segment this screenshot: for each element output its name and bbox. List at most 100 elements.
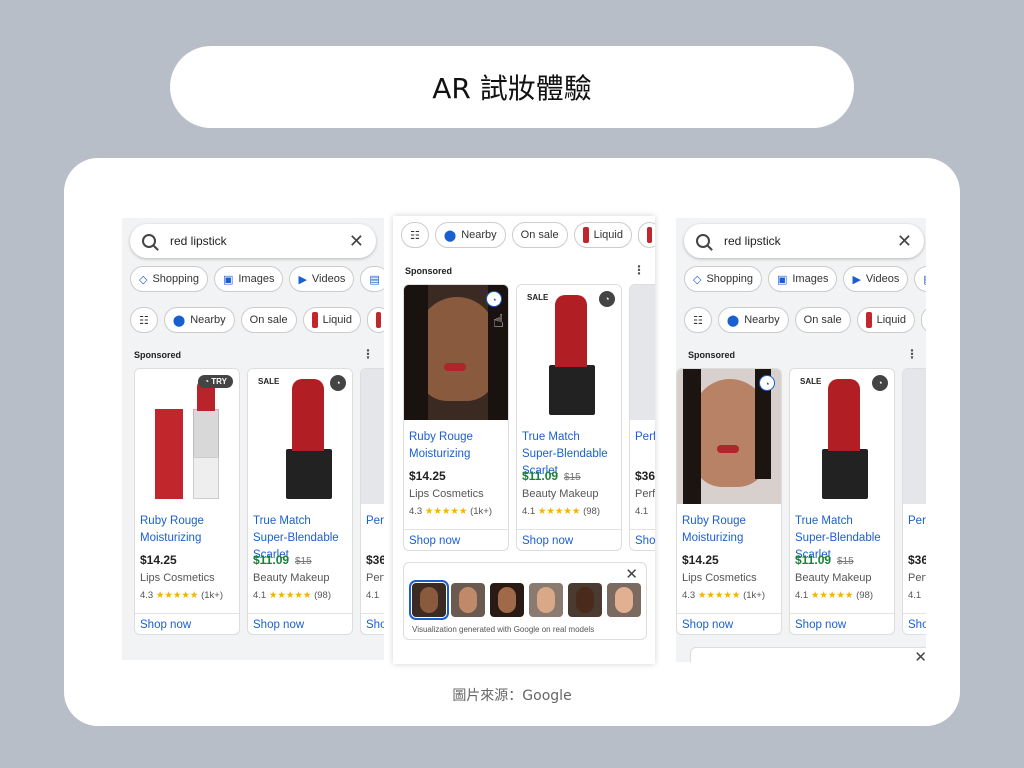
search-query: red lipstick xyxy=(170,234,227,248)
try-on-badge[interactable]: ◔ TRY xyxy=(198,375,233,388)
filter-more[interactable] xyxy=(920,307,926,333)
search-bar[interactable]: red lipstick ✕ xyxy=(684,224,924,258)
filter-nearby[interactable]: ⬤ Nearby xyxy=(163,307,235,333)
shop-now-link[interactable]: Sho xyxy=(361,613,384,634)
product-name[interactable]: Ruby Rouge Moisturizing xyxy=(682,513,777,547)
filter-button[interactable]: ☷ xyxy=(684,307,712,333)
model-thumbnail[interactable] xyxy=(451,583,485,617)
close-icon[interactable]: ✕ xyxy=(914,648,926,662)
product-rating: 4.1 ★★★★★ (98) xyxy=(253,590,331,601)
product-price: $14.25 xyxy=(409,469,446,483)
product-rating: 4.3 ★★★★★ (1k+) xyxy=(140,590,224,601)
image-icon: ▣ xyxy=(222,273,234,286)
tab-more[interactable]: ▤ xyxy=(914,266,926,292)
product-name[interactable]: Perf Bloo xyxy=(366,513,384,530)
shop-now-link[interactable]: Sho xyxy=(903,613,926,634)
title-banner: AR 試妝體驗 xyxy=(170,46,854,128)
product-price: $11.09 $15 xyxy=(795,553,854,567)
model-thumbnail[interactable] xyxy=(529,583,563,617)
location-pin-icon: ⬤ xyxy=(443,229,457,242)
model-thumbnail[interactable] xyxy=(490,583,524,617)
tab-videos[interactable]: ▶ Videos xyxy=(843,266,909,292)
shop-now-link[interactable]: Shop now xyxy=(517,529,621,550)
product-price: $11.09 $15 xyxy=(253,553,312,567)
tab-shopping[interactable]: ◇ Shopping xyxy=(684,266,762,292)
filter-on-sale[interactable]: On sale xyxy=(240,307,297,333)
shop-now-link[interactable]: Shop now xyxy=(677,613,781,634)
models-caption: Visualization generated with Google on r… xyxy=(412,625,595,634)
filter-liquid[interactable]: Liquid xyxy=(856,307,915,333)
shop-now-link[interactable]: Shop now xyxy=(404,529,508,550)
product-card[interactable]: SALE ◔ True Match Super-Blendable Scarle… xyxy=(516,284,622,551)
shop-now-link[interactable]: Shop now xyxy=(248,613,352,634)
tab-shopping[interactable]: ◇ Shopping xyxy=(130,266,208,292)
filter-chips: ☷ ⬤ Nearby On sale Liquid xyxy=(130,307,384,333)
search-bar[interactable]: red lipstick ✕ xyxy=(130,224,376,258)
model-thumbnail[interactable] xyxy=(607,583,641,617)
product-card[interactable]: SALE ◔ True Match Super-Blendable Scarle… xyxy=(789,368,895,635)
more-options-icon[interactable]: ⋮ xyxy=(633,263,645,277)
product-card[interactable]: SALE ◔ True Match Super-Blendable Scarle… xyxy=(247,368,353,635)
product-card[interactable]: Perf Bloo $36 Perf 4.1 Sho xyxy=(902,368,926,635)
product-card[interactable]: Perf Bloo $36 Perf 4.1 Sho xyxy=(629,284,655,551)
filter-sliders-icon: ☷ xyxy=(410,229,420,242)
play-icon: ▶ xyxy=(298,273,307,286)
product-rating: 4.1 xyxy=(635,506,649,517)
lipstick-thumb-icon xyxy=(646,227,652,243)
product-rating: 4.1 ★★★★★ (98) xyxy=(522,506,600,517)
lipstick-thumb-icon xyxy=(582,227,589,243)
hand-cursor-icon: ☝ xyxy=(493,311,504,331)
shop-now-link[interactable]: Sho xyxy=(630,529,655,550)
product-card[interactable]: Perf Bloo $36 Perf 4.1 Sho xyxy=(360,368,384,635)
tab-more[interactable]: ▤ xyxy=(360,266,384,292)
image-icon: ▣ xyxy=(776,273,788,286)
product-name[interactable]: Ruby Rouge Moisturizing xyxy=(409,429,504,463)
product-card[interactable]: ◔ Ruby Rouge Moisturizing $14.25 Lips Co… xyxy=(676,368,782,635)
product-name[interactable]: Perf Bloo xyxy=(635,429,655,446)
ar-try-icon[interactable]: ◔ xyxy=(330,375,346,391)
close-icon[interactable]: ✕ xyxy=(625,565,638,583)
image-source-caption: 圖片來源：Google xyxy=(452,688,572,704)
more-options-icon[interactable]: ⋮ xyxy=(906,347,918,361)
shop-now-link[interactable]: Shop now xyxy=(135,613,239,634)
more-options-icon[interactable]: ⋮ xyxy=(362,347,374,361)
filter-liquid[interactable]: Liquid xyxy=(573,222,632,248)
ar-try-icon[interactable]: ◔ xyxy=(486,291,502,307)
ar-try-icon[interactable]: ◔ xyxy=(872,375,888,391)
clear-icon[interactable]: ✕ xyxy=(897,231,912,252)
ar-try-icon[interactable]: ◔ xyxy=(599,291,615,307)
filter-more[interactable] xyxy=(366,307,384,333)
product-store: Beauty Makeup xyxy=(253,572,330,584)
filter-button[interactable]: ☷ xyxy=(130,307,158,333)
phone-screen-2: ☷ ⬤ Nearby On sale Liquid Sponsored ⋮ ◔ ☝… xyxy=(393,216,655,664)
product-store: Perf xyxy=(366,572,384,584)
product-rating: 4.1 ★★★★★ (98) xyxy=(795,590,873,601)
sponsored-label: Sponsored xyxy=(405,266,453,276)
filter-button[interactable]: ☷ xyxy=(401,222,429,248)
filter-nearby[interactable]: ⬤ Nearby xyxy=(434,222,506,248)
filter-on-sale[interactable]: On sale xyxy=(794,307,851,333)
product-price: $11.09 $15 xyxy=(522,469,581,483)
filter-on-sale[interactable]: On sale xyxy=(511,222,568,248)
bottom-panel: ✕ xyxy=(690,647,926,662)
tab-images[interactable]: ▣ Images xyxy=(767,266,838,292)
product-card[interactable]: ◔ ☝ Ruby Rouge Moisturizing $14.25 Lips … xyxy=(403,284,509,551)
filter-more[interactable] xyxy=(637,222,655,248)
model-thumbnail[interactable] xyxy=(568,583,602,617)
filter-nearby[interactable]: ⬤ Nearby xyxy=(717,307,789,333)
product-card[interactable]: ◔ TRY Ruby Rouge Moisturizing $14.25 Lip… xyxy=(134,368,240,635)
tag-icon: ◇ xyxy=(139,273,148,286)
tab-images[interactable]: ▣ Images xyxy=(213,266,284,292)
shop-now-link[interactable]: Shop now xyxy=(790,613,894,634)
filter-chips: ☷ ⬤ Nearby On sale Liquid xyxy=(684,307,926,333)
product-image xyxy=(630,285,655,420)
ar-try-icon[interactable]: ◔ xyxy=(759,375,775,391)
filter-liquid[interactable]: Liquid xyxy=(302,307,361,333)
product-image xyxy=(903,369,926,504)
clear-icon[interactable]: ✕ xyxy=(349,231,364,252)
model-thumbnail[interactable] xyxy=(409,580,449,620)
filter-chips: ☷ ⬤ Nearby On sale Liquid xyxy=(401,222,655,248)
tab-videos[interactable]: ▶ Videos xyxy=(289,266,355,292)
product-name[interactable]: Perf Bloo xyxy=(908,513,926,530)
product-name[interactable]: Ruby Rouge Moisturizing xyxy=(140,513,235,547)
